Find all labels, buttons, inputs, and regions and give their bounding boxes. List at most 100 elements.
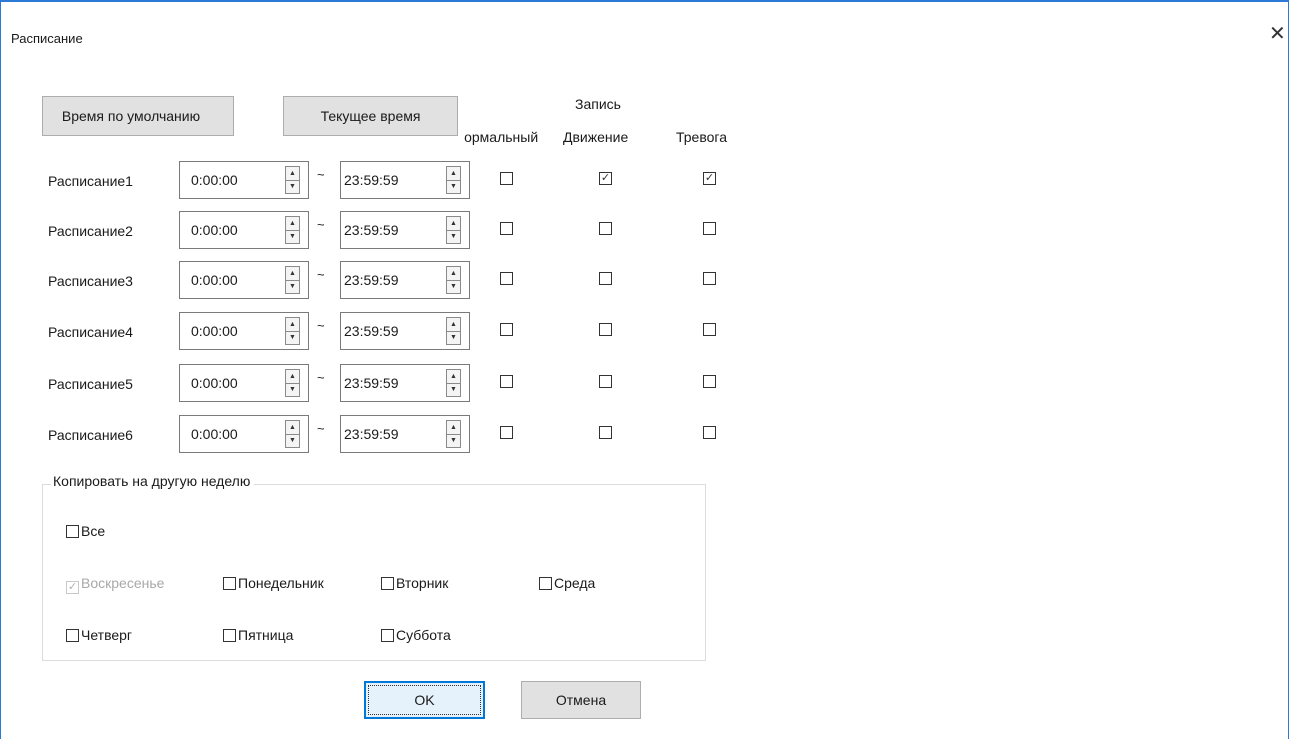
motion-record-checkbox[interactable] bbox=[599, 323, 612, 336]
start-time-input-value[interactable]: 0:00:00 bbox=[191, 375, 238, 391]
alarm-record-checkbox[interactable] bbox=[703, 222, 716, 235]
arrow-up-icon[interactable]: ▲ bbox=[286, 167, 299, 181]
ok-button[interactable]: OK bbox=[364, 681, 485, 719]
spin-buttons[interactable]: ▲ ▼ bbox=[285, 369, 300, 397]
end-time-input[interactable]: 23:59:59 ▲ ▼ bbox=[340, 415, 470, 453]
arrow-down-icon[interactable]: ▼ bbox=[447, 180, 460, 193]
arrow-up-icon[interactable]: ▲ bbox=[447, 217, 460, 231]
arrow-down-icon[interactable]: ▼ bbox=[286, 280, 299, 293]
default-time-button[interactable]: Время по умолчанию bbox=[42, 96, 234, 136]
alarm-record-checkbox[interactable] bbox=[703, 426, 716, 439]
end-time-input-value[interactable]: 23:59:59 bbox=[344, 323, 399, 339]
end-time-input-value[interactable]: 23:59:59 bbox=[344, 222, 399, 238]
spin-buttons[interactable]: ▲ ▼ bbox=[446, 317, 461, 345]
arrow-up-icon[interactable]: ▲ bbox=[447, 370, 460, 384]
end-time-input-value[interactable]: 23:59:59 bbox=[344, 272, 399, 288]
close-icon[interactable]: ✕ bbox=[1269, 24, 1286, 44]
end-time-input-value[interactable]: 23:59:59 bbox=[344, 375, 399, 391]
start-time-input[interactable]: 0:00:00 ▲ ▼ bbox=[179, 211, 309, 249]
weekday-checkbox[interactable]: Понедельник bbox=[223, 575, 324, 591]
arrow-down-icon[interactable]: ▼ bbox=[447, 383, 460, 396]
end-time-input-value[interactable]: 23:59:59 bbox=[344, 426, 399, 442]
start-time-input[interactable]: 0:00:00 ▲ ▼ bbox=[179, 364, 309, 402]
copy-all-checkbox[interactable]: Все bbox=[66, 523, 105, 539]
end-time-input[interactable]: 23:59:59 ▲ ▼ bbox=[340, 211, 470, 249]
current-time-button[interactable]: Текущее время bbox=[283, 96, 458, 136]
cancel-button[interactable]: Отмена bbox=[521, 681, 641, 719]
weekday-checkbox[interactable]: Суббота bbox=[381, 627, 451, 643]
spin-buttons[interactable]: ▲ ▼ bbox=[285, 216, 300, 244]
weekday-box[interactable] bbox=[539, 577, 552, 590]
motion-record-checkbox[interactable]: ✓ bbox=[599, 172, 612, 185]
spin-buttons[interactable]: ▲ ▼ bbox=[446, 266, 461, 294]
alarm-record-checkbox[interactable] bbox=[703, 323, 716, 336]
weekday-box[interactable] bbox=[381, 577, 394, 590]
arrow-up-icon[interactable]: ▲ bbox=[286, 217, 299, 231]
start-time-input[interactable]: 0:00:00 ▲ ▼ bbox=[179, 312, 309, 350]
copy-all-box[interactable] bbox=[66, 525, 79, 538]
weekday-box[interactable] bbox=[223, 629, 236, 642]
start-time-input[interactable]: 0:00:00 ▲ ▼ bbox=[179, 261, 309, 299]
alarm-record-checkbox[interactable]: ✓ bbox=[703, 172, 716, 185]
start-time-input[interactable]: 0:00:00 ▲ ▼ bbox=[179, 415, 309, 453]
end-time-input[interactable]: 23:59:59 ▲ ▼ bbox=[340, 161, 470, 199]
arrow-down-icon[interactable]: ▼ bbox=[286, 331, 299, 344]
spin-buttons[interactable]: ▲ ▼ bbox=[446, 369, 461, 397]
weekday-label: Пятница bbox=[238, 627, 294, 643]
normal-record-checkbox[interactable] bbox=[500, 426, 513, 439]
start-time-input-value[interactable]: 0:00:00 bbox=[191, 323, 238, 339]
end-time-input[interactable]: 23:59:59 ▲ ▼ bbox=[340, 312, 470, 350]
arrow-up-icon[interactable]: ▲ bbox=[447, 267, 460, 281]
start-time-input-value[interactable]: 0:00:00 bbox=[191, 222, 238, 238]
normal-header-label: Нормальный bbox=[464, 129, 539, 145]
spin-buttons[interactable]: ▲ ▼ bbox=[285, 317, 300, 345]
arrow-down-icon[interactable]: ▼ bbox=[447, 280, 460, 293]
arrow-up-icon[interactable]: ▲ bbox=[447, 167, 460, 181]
arrow-up-icon[interactable]: ▲ bbox=[286, 318, 299, 332]
weekday-checkbox[interactable]: Среда bbox=[539, 575, 595, 591]
alarm-record-checkbox[interactable] bbox=[703, 375, 716, 388]
schedule-label: Расписание2 bbox=[48, 223, 133, 239]
spin-buttons[interactable]: ▲ ▼ bbox=[285, 166, 300, 194]
motion-record-checkbox[interactable] bbox=[599, 272, 612, 285]
end-time-input[interactable]: 23:59:59 ▲ ▼ bbox=[340, 261, 470, 299]
arrow-up-icon[interactable]: ▲ bbox=[447, 318, 460, 332]
weekday-box[interactable] bbox=[223, 577, 236, 590]
end-time-input-value[interactable]: 23:59:59 bbox=[344, 172, 399, 188]
arrow-up-icon[interactable]: ▲ bbox=[286, 370, 299, 384]
start-time-input-value[interactable]: 0:00:00 bbox=[191, 426, 238, 442]
normal-record-checkbox[interactable] bbox=[500, 272, 513, 285]
motion-record-checkbox[interactable] bbox=[599, 222, 612, 235]
start-time-input-value[interactable]: 0:00:00 bbox=[191, 172, 238, 188]
weekday-checkbox[interactable]: Пятница bbox=[223, 627, 293, 643]
arrow-down-icon[interactable]: ▼ bbox=[286, 180, 299, 193]
spin-buttons[interactable]: ▲ ▼ bbox=[446, 166, 461, 194]
normal-record-checkbox[interactable] bbox=[500, 323, 513, 336]
start-time-input[interactable]: 0:00:00 ▲ ▼ bbox=[179, 161, 309, 199]
weekday-checkbox[interactable]: Четверг bbox=[66, 627, 132, 643]
motion-record-checkbox[interactable] bbox=[599, 426, 612, 439]
arrow-up-icon[interactable]: ▲ bbox=[286, 267, 299, 281]
normal-record-checkbox[interactable] bbox=[500, 222, 513, 235]
weekday-box[interactable] bbox=[381, 629, 394, 642]
arrow-down-icon[interactable]: ▼ bbox=[447, 434, 460, 447]
arrow-down-icon[interactable]: ▼ bbox=[286, 230, 299, 243]
arrow-down-icon[interactable]: ▼ bbox=[286, 434, 299, 447]
spin-buttons[interactable]: ▲ ▼ bbox=[446, 216, 461, 244]
normal-record-checkbox[interactable] bbox=[500, 172, 513, 185]
weekday-checkbox[interactable]: Вторник bbox=[381, 575, 448, 591]
start-time-input-value[interactable]: 0:00:00 bbox=[191, 272, 238, 288]
arrow-down-icon[interactable]: ▼ bbox=[447, 230, 460, 243]
arrow-up-icon[interactable]: ▲ bbox=[447, 421, 460, 435]
arrow-down-icon[interactable]: ▼ bbox=[286, 383, 299, 396]
alarm-record-checkbox[interactable] bbox=[703, 272, 716, 285]
arrow-up-icon[interactable]: ▲ bbox=[286, 421, 299, 435]
weekday-box[interactable] bbox=[66, 629, 79, 642]
normal-record-checkbox[interactable] bbox=[500, 375, 513, 388]
motion-record-checkbox[interactable] bbox=[599, 375, 612, 388]
spin-buttons[interactable]: ▲ ▼ bbox=[285, 266, 300, 294]
arrow-down-icon[interactable]: ▼ bbox=[447, 331, 460, 344]
end-time-input[interactable]: 23:59:59 ▲ ▼ bbox=[340, 364, 470, 402]
spin-buttons[interactable]: ▲ ▼ bbox=[285, 420, 300, 448]
spin-buttons[interactable]: ▲ ▼ bbox=[446, 420, 461, 448]
